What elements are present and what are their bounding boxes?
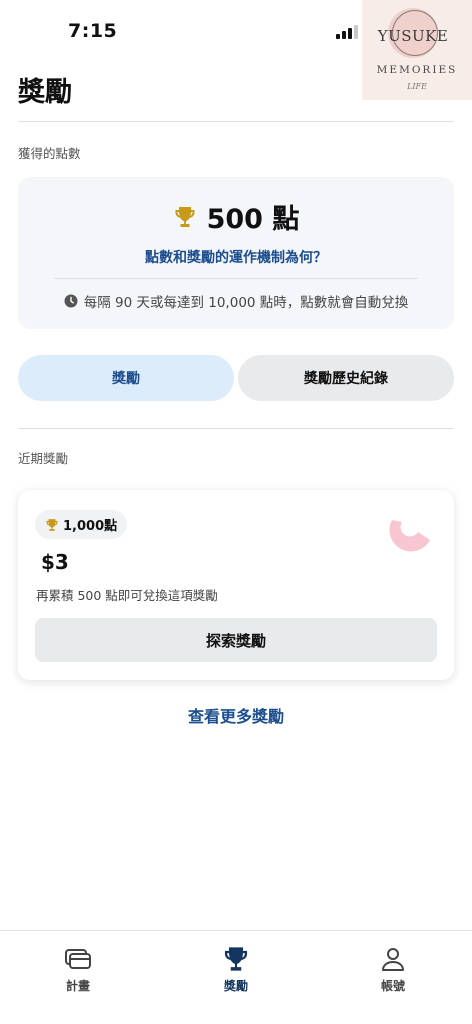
- clock-icon: [64, 294, 78, 308]
- points-total: 500 點: [18, 197, 454, 236]
- nav-label-rewards: 獎勵: [223, 979, 248, 993]
- status-time: 7:15: [68, 20, 118, 42]
- tab-rewards[interactable]: 獎勵: [18, 355, 234, 401]
- header-divider: [18, 121, 454, 122]
- watermark-subtitle: MEMORIES: [376, 64, 458, 76]
- trophy-icon: [173, 205, 197, 229]
- reward-decoration-icon: [386, 514, 434, 562]
- how-it-works-link[interactable]: 點數和獎勵的運作機制為何？: [18, 247, 454, 267]
- signal-icon: [336, 24, 358, 43]
- bottom-nav: 計畫 獎勵 帳號: [0, 930, 472, 1024]
- reward-cost-badge: 1,000點: [35, 510, 128, 539]
- points-section-label: 獲得的點數: [18, 146, 81, 161]
- section-divider: [18, 428, 454, 429]
- watermark-signature: LIFE: [407, 82, 427, 91]
- redeem-note: 每隔 90 天或每達到 10,000 點時，點數就會自動兌換: [18, 291, 454, 311]
- reward-amount: $3: [41, 550, 69, 574]
- points-value: 500 點: [206, 204, 300, 235]
- points-card: 500 點 點數和獎勵的運作機制為何？ 每隔 90 天或每達到 10,000 點…: [18, 177, 454, 329]
- trophy-icon: [222, 945, 250, 973]
- nav-label-plans: 計畫: [65, 979, 90, 993]
- watermark-name: YUSUKE: [377, 27, 449, 45]
- trophy-icon: [45, 518, 59, 532]
- explore-rewards-button[interactable]: 探索獎勵: [35, 618, 437, 662]
- redeem-note-text: 每隔 90 天或每達到 10,000 點時，點數就會自動兌換: [83, 295, 409, 311]
- watermark-logo: YUSUKE MEMORIES LIFE: [362, 0, 472, 100]
- view-more-rewards-link[interactable]: 查看更多獎勵: [0, 703, 472, 727]
- nav-item-plans[interactable]: 計畫: [28, 945, 128, 1001]
- cards-icon: [64, 945, 92, 973]
- nav-item-rewards[interactable]: 獎勵: [186, 945, 286, 1001]
- reward-description: 再累積 500 點即可兌換這項獎勵: [36, 588, 218, 603]
- points-card-divider: [54, 278, 418, 279]
- page-title: 獎勵: [18, 77, 72, 108]
- tab-reward-history[interactable]: 獎勵歷史紀錄: [238, 355, 454, 401]
- reward-cost-text: 1,000點: [63, 519, 118, 534]
- person-icon: [380, 945, 406, 973]
- recent-rewards-label: 近期獎勵: [18, 451, 69, 466]
- nav-label-account: 帳號: [380, 979, 405, 993]
- reward-card: 1,000點 $3 再累積 500 點即可兌換這項獎勵 探索獎勵: [18, 490, 454, 680]
- nav-item-account[interactable]: 帳號: [343, 945, 443, 1001]
